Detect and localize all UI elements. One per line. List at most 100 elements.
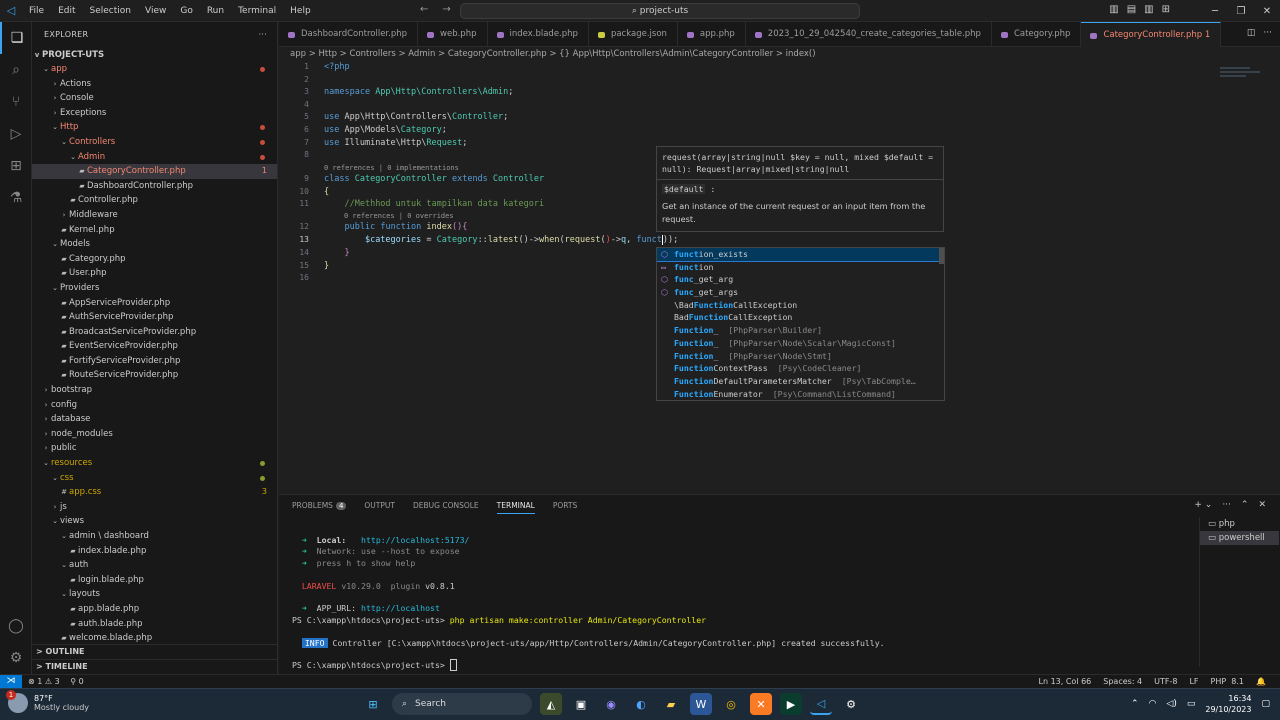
codelens-class[interactable]: 0 references | 0 implementations: [324, 164, 459, 172]
timeline-section[interactable]: > TIMELINE: [32, 659, 277, 673]
more-actions-icon[interactable]: ···: [258, 22, 267, 48]
folder-item[interactable]: ⌄ layouts: [32, 587, 277, 602]
menu-help[interactable]: Help: [283, 0, 318, 22]
tab-app-php[interactable]: app.php: [678, 22, 746, 47]
folder-item[interactable]: ⌄ Controllers: [32, 135, 277, 150]
suggestion-item[interactable]: ⬡ func_get_args: [657, 286, 944, 299]
file-item[interactable]: ▰ Category.php: [32, 252, 277, 267]
panel-tab-terminal[interactable]: TERMINAL: [496, 501, 535, 514]
term-appurl[interactable]: http://localhost: [361, 603, 440, 613]
suggestion-item[interactable]: FunctionContextPass [Psy\CodeCleaner]: [657, 362, 944, 375]
taskbar-search[interactable]: ⌕ Search: [392, 693, 532, 715]
terminal-php[interactable]: ▭ php: [1200, 517, 1279, 531]
close-icon[interactable]: ✕: [1254, 0, 1280, 22]
folder-item[interactable]: › node_modules: [32, 427, 277, 442]
folder-item[interactable]: ⌄ Providers: [32, 281, 277, 296]
suggest-scrollbar[interactable]: [939, 248, 944, 264]
suggestion-item[interactable]: \BadFunctionCallException: [657, 299, 944, 312]
ports-status[interactable]: ⚲ 0: [70, 677, 84, 686]
manage-gear-icon[interactable]: ⚙: [0, 642, 32, 674]
suggestion-item[interactable]: Function_ [PhpParser\Node\Stmt]: [657, 350, 944, 363]
file-item[interactable]: ▰ EventServiceProvider.php: [32, 339, 277, 354]
tray-overflow-icon[interactable]: ⌃: [1131, 699, 1139, 709]
folder-item[interactable]: › bootstrap: [32, 383, 277, 398]
cursor-position[interactable]: Ln 13, Col 66: [1039, 675, 1092, 688]
account-icon[interactable]: ◯: [0, 610, 32, 642]
notifications-icon[interactable]: 🔔: [1256, 675, 1266, 688]
file-item[interactable]: ▰ Controller.php: [32, 193, 277, 208]
tab-categorycontroller-php-1[interactable]: CategoryController.php 1: [1081, 22, 1222, 47]
toggle-panel-icon[interactable]: ▤: [1127, 4, 1136, 15]
project-root[interactable]: v PROJECT-UTS: [32, 48, 277, 62]
customize-layout-icon[interactable]: ⊞: [1162, 4, 1170, 15]
terminal-app-icon[interactable]: ▶: [780, 693, 802, 715]
eol[interactable]: LF: [1189, 675, 1198, 688]
folder-item[interactable]: › config: [32, 398, 277, 413]
folder-item[interactable]: › Actions: [32, 77, 277, 92]
tab-category-php[interactable]: Category.php: [992, 22, 1082, 47]
run-debug-icon[interactable]: ▷: [0, 118, 32, 150]
suggestion-item[interactable]: Function_ [PhpParser\Builder]: [657, 324, 944, 337]
file-explorer-icon[interactable]: ▰: [660, 693, 682, 715]
file-item[interactable]: ▰ FortifyServiceProvider.php: [32, 354, 277, 369]
menu-terminal[interactable]: Terminal: [231, 0, 283, 22]
chat-icon[interactable]: ◉: [600, 693, 622, 715]
codelens-method[interactable]: 0 references | 0 overrides: [344, 212, 454, 220]
folder-item[interactable]: › Exceptions: [32, 106, 277, 121]
folder-item[interactable]: ⌄ views: [32, 514, 277, 529]
suggestion-item[interactable]: BadFunctionCallException: [657, 311, 944, 324]
encoding[interactable]: UTF-8: [1154, 675, 1177, 688]
widgets-icon[interactable]: ◭: [540, 693, 562, 715]
notification-center-icon[interactable]: ▢: [1261, 699, 1270, 709]
explorer-icon[interactable]: ❏: [0, 22, 32, 54]
toggle-sidebar-icon[interactable]: ▥: [1109, 4, 1118, 15]
file-item[interactable]: ▰ auth.blade.php: [32, 617, 277, 632]
folder-item[interactable]: ⌄ auth: [32, 558, 277, 573]
xampp-icon[interactable]: ✕: [750, 693, 772, 715]
suggestion-item[interactable]: ⬡ func_get_arg: [657, 273, 944, 286]
more-icon[interactable]: ···: [1263, 28, 1272, 38]
suggestion-item[interactable]: ▭ function: [657, 261, 944, 274]
panel-tab-output[interactable]: OUTPUT: [364, 501, 395, 514]
weather-widget[interactable]: 1 87°F Mostly cloudy: [6, 690, 89, 713]
split-editor-icon[interactable]: ◫: [1247, 28, 1256, 38]
file-item[interactable]: ▰ index.blade.php: [32, 544, 277, 559]
maximize-panel-icon[interactable]: ⌃: [1241, 500, 1249, 510]
close-panel-icon[interactable]: ✕: [1258, 500, 1266, 510]
folder-item[interactable]: › public: [32, 441, 277, 456]
forward-arrow-icon[interactable]: →: [442, 4, 450, 15]
volume-icon[interactable]: ◁): [1166, 699, 1176, 709]
menu-edit[interactable]: Edit: [51, 0, 82, 22]
search-icon[interactable]: ⌕: [0, 54, 32, 86]
testing-icon[interactable]: ⚗: [0, 182, 32, 214]
back-arrow-icon[interactable]: ←: [420, 4, 428, 15]
folder-item[interactable]: ⌄ admin \ dashboard: [32, 529, 277, 544]
panel-tab-debug-console[interactable]: DEBUG CONSOLE: [413, 501, 479, 514]
menu-go[interactable]: Go: [173, 0, 199, 22]
word-icon[interactable]: W: [690, 693, 712, 715]
edge-icon[interactable]: ◐: [630, 693, 652, 715]
folder-item[interactable]: ⌄ resources: [32, 456, 277, 471]
wifi-icon[interactable]: ◠: [1149, 699, 1157, 709]
battery-icon[interactable]: ▭: [1187, 699, 1196, 709]
new-terminal-icon[interactable]: + ⌄: [1194, 500, 1212, 510]
folder-item[interactable]: ⌄ app: [32, 62, 277, 77]
file-item[interactable]: ▰ Kernel.php: [32, 223, 277, 238]
suggestion-item[interactable]: Function_ [PhpParser\Node\Scalar\MagicCon…: [657, 337, 944, 350]
file-item[interactable]: # app.css 3: [32, 485, 277, 500]
restore-icon[interactable]: ❐: [1228, 0, 1254, 22]
suggestion-item[interactable]: FunctionDefaultParametersMatcher [Psy\Tab…: [657, 375, 944, 388]
file-item[interactable]: ▰ CategoryController.php 1: [32, 164, 277, 179]
suggestion-item[interactable]: FunctionEnumerator [Psy\Command\ListComma…: [657, 388, 944, 400]
tab-dashboardcontroller-php[interactable]: DashboardController.php: [279, 22, 419, 47]
file-item[interactable]: ▰ app.blade.php: [32, 602, 277, 617]
tab-package-json[interactable]: package.json: [589, 22, 678, 47]
terminal-output[interactable]: ➜ Local: http://localhost:5173/ ➜ Networ…: [292, 535, 1172, 672]
folder-item[interactable]: › Console: [32, 91, 277, 106]
panel-tab-ports[interactable]: PORTS: [553, 501, 577, 514]
vscode-taskbar-icon[interactable]: ◁: [810, 693, 832, 715]
language-mode[interactable]: PHP 8.1: [1211, 675, 1245, 688]
minimap[interactable]: [1220, 65, 1266, 83]
file-item[interactable]: ▰ RouteServiceProvider.php: [32, 368, 277, 383]
tab-web-php[interactable]: web.php: [418, 22, 488, 47]
